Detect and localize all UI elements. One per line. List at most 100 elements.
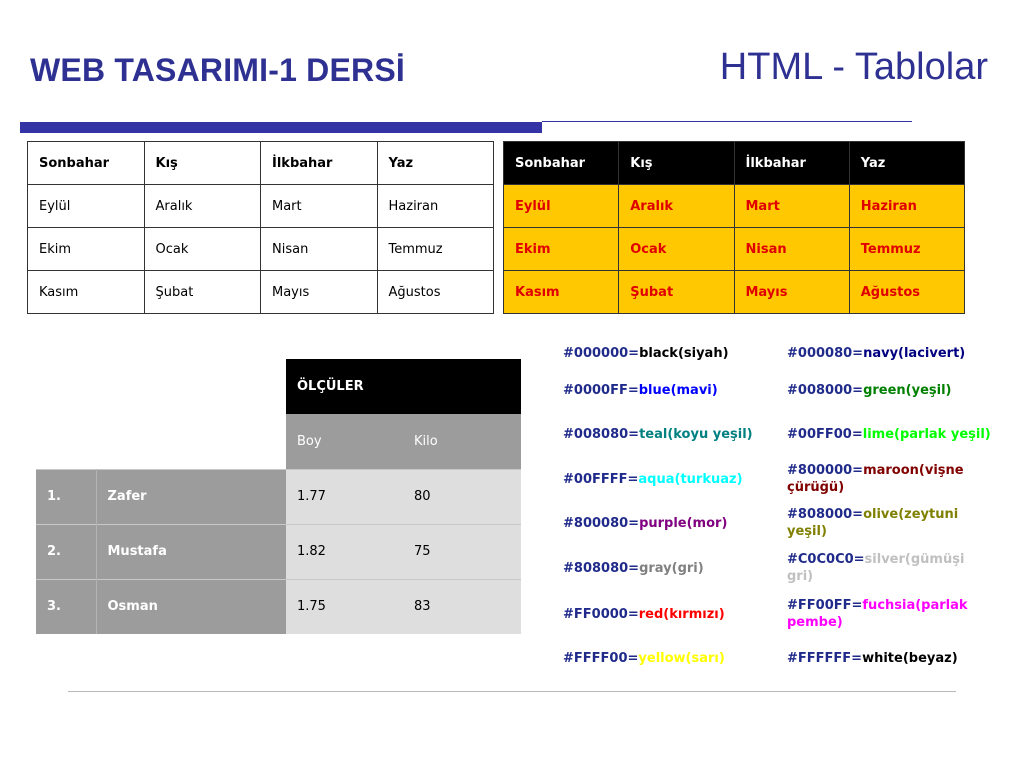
header-cell: Sonbahar	[502, 141, 620, 185]
boy-cell: 1.77	[286, 468, 403, 524]
table-cell: Mayıs	[260, 270, 378, 314]
row-name-cell: Osman	[96, 578, 286, 634]
table-row: 2. Mustafa 1.82 75	[36, 523, 522, 579]
color-row: #FFFF00=yellow(sarı) #FFFFFF=white(beyaz…	[563, 637, 993, 679]
table-cell: Şubat	[618, 270, 735, 314]
row-name-cell: Zafer	[96, 468, 286, 524]
color-code: #808080=	[563, 560, 640, 576]
table-header-row: Sonbahar Kış İlkbahar Yaz	[27, 141, 494, 185]
color-name: aqua(turkuaz)	[638, 471, 743, 487]
color-entry: #FFFF00=yellow(sarı)	[563, 637, 787, 679]
color-code: #00FF00=	[787, 426, 863, 442]
color-name: teal(koyu yeşil)	[639, 426, 753, 442]
color-name: blue(mavi)	[638, 382, 718, 398]
table-cell: Mart	[733, 184, 850, 228]
color-name: white(beyaz)	[862, 650, 958, 666]
color-code: #FFFFFF=	[787, 650, 863, 666]
boy-cell: 1.75	[286, 578, 403, 634]
color-name: black(siyah)	[639, 345, 729, 361]
table-cell: Mart	[260, 184, 378, 228]
header-cell: Sonbahar	[27, 141, 145, 185]
table-cell: Eylül	[27, 184, 145, 228]
empty-corner-cell	[36, 414, 286, 469]
color-name: red(kırmızı)	[638, 606, 725, 622]
color-code: #808000=	[787, 507, 864, 522]
row-name-cell: Mustafa	[96, 523, 286, 579]
kilo-cell: 83	[403, 578, 522, 634]
header-cell-kilo: Kilo	[403, 414, 522, 469]
empty-corner-cell	[36, 359, 286, 414]
color-code: #0000FF=	[563, 382, 639, 398]
table-cell: Kasım	[502, 270, 620, 314]
color-code: #FF00FF=	[787, 598, 863, 613]
color-code: #008000=	[787, 382, 864, 398]
color-entry: #0000FF=blue(mavi)	[563, 369, 787, 411]
color-code: #FFFF00=	[563, 650, 639, 666]
header-cell: Yaz	[376, 141, 494, 185]
table-cell: Ekim	[502, 227, 620, 271]
color-entry: #800080=purple(mor)	[563, 501, 787, 545]
color-name: gray(gri)	[639, 560, 704, 576]
header-cell-boy: Boy	[286, 414, 403, 469]
table-cell: Nisan	[733, 227, 850, 271]
measurements-table: ÖLÇÜLER Boy Kilo 1. Zafer 1.77 80 2. Mus…	[36, 359, 522, 634]
table-row: Kasım Şubat Mayıs Ağustos	[502, 270, 966, 314]
table-row: Ekim Ocak Nisan Temmuz	[27, 227, 494, 271]
header-cell: Kış	[143, 141, 261, 185]
color-code: #FF0000=	[563, 606, 639, 622]
table-cell: Nisan	[260, 227, 378, 271]
row-number-cell: 3.	[36, 578, 97, 634]
color-entry: #800000=maroon(vişne çürüğü)	[787, 457, 993, 501]
kilo-cell: 75	[403, 523, 522, 579]
seasons-table-styled: Sonbahar Kış İlkbahar Yaz Eylül Aralık M…	[502, 141, 966, 314]
row-number-cell: 1.	[36, 468, 97, 524]
color-entry: #008000=green(yeşil)	[787, 369, 993, 411]
color-code: #000000=	[563, 345, 640, 361]
title-rule-thin	[542, 121, 912, 122]
color-entry: #FF0000=red(kırmızı)	[563, 591, 787, 637]
seasons-table-plain: Sonbahar Kış İlkbahar Yaz Eylül Aralık M…	[27, 141, 494, 314]
header-cell: Kış	[618, 141, 735, 185]
table-row: Kasım Şubat Mayıs Ağustos	[27, 270, 494, 314]
topic-title: HTML - Tablolar	[719, 46, 988, 88]
sub-header-row: Boy Kilo	[36, 414, 522, 469]
table-cell: Aralık	[618, 184, 735, 228]
color-code: #C0C0C0=	[787, 552, 865, 567]
table-cell: Aralık	[143, 184, 261, 228]
table-header-row: Sonbahar Kış İlkbahar Yaz	[502, 141, 966, 185]
color-entry: #000080=navy(lacivert)	[787, 337, 993, 369]
table-cell: Temmuz	[376, 227, 494, 271]
header-cell: Yaz	[848, 141, 966, 185]
table-cell: Haziran	[848, 184, 966, 228]
boy-cell: 1.82	[286, 523, 403, 579]
color-code: #800080=	[563, 515, 640, 531]
color-entry: #008080=teal(koyu yeşil)	[563, 411, 787, 457]
color-name: lime(parlak yeşil)	[862, 426, 991, 442]
color-entry: #00FFFF=aqua(turkuaz)	[563, 457, 787, 501]
color-row: #808080=gray(gri) #C0C0C0=silver(gümüşi …	[563, 545, 993, 591]
table-cell: Şubat	[143, 270, 261, 314]
color-row: #008080=teal(koyu yeşil) #00FF00=lime(pa…	[563, 411, 993, 457]
group-header-cell: ÖLÇÜLER	[286, 359, 522, 414]
color-entry: #C0C0C0=silver(gümüşi gri)	[787, 545, 993, 591]
color-entry: #808000=olive(zeytuni yeşil)	[787, 501, 993, 545]
table-cell: Temmuz	[848, 227, 966, 271]
color-name: yellow(sarı)	[638, 650, 725, 666]
color-entry: #808080=gray(gri)	[563, 545, 787, 591]
table-row: Eylül Aralık Mart Haziran	[502, 184, 966, 228]
color-code: #008080=	[563, 426, 640, 442]
color-entry: #000000=black(siyah)	[563, 337, 787, 369]
table-row: Ekim Ocak Nisan Temmuz	[502, 227, 966, 271]
table-row: 3. Osman 1.75 83	[36, 578, 522, 634]
group-header-row: ÖLÇÜLER	[36, 359, 522, 414]
color-row: #00FFFF=aqua(turkuaz) #800000=maroon(viş…	[563, 457, 993, 501]
table-cell: Mayıs	[733, 270, 850, 314]
table-cell: Ocak	[143, 227, 261, 271]
table-cell: Ocak	[618, 227, 735, 271]
course-title: WEB TASARIMI-1 DERSİ	[30, 52, 405, 88]
title-rule-thick	[20, 122, 542, 133]
color-row: #000000=black(siyah) #000080=navy(lacive…	[563, 337, 993, 369]
table-row: 1. Zafer 1.77 80	[36, 468, 522, 524]
color-name: purple(mor)	[639, 515, 728, 531]
color-entry: #00FF00=lime(parlak yeşil)	[787, 411, 993, 457]
